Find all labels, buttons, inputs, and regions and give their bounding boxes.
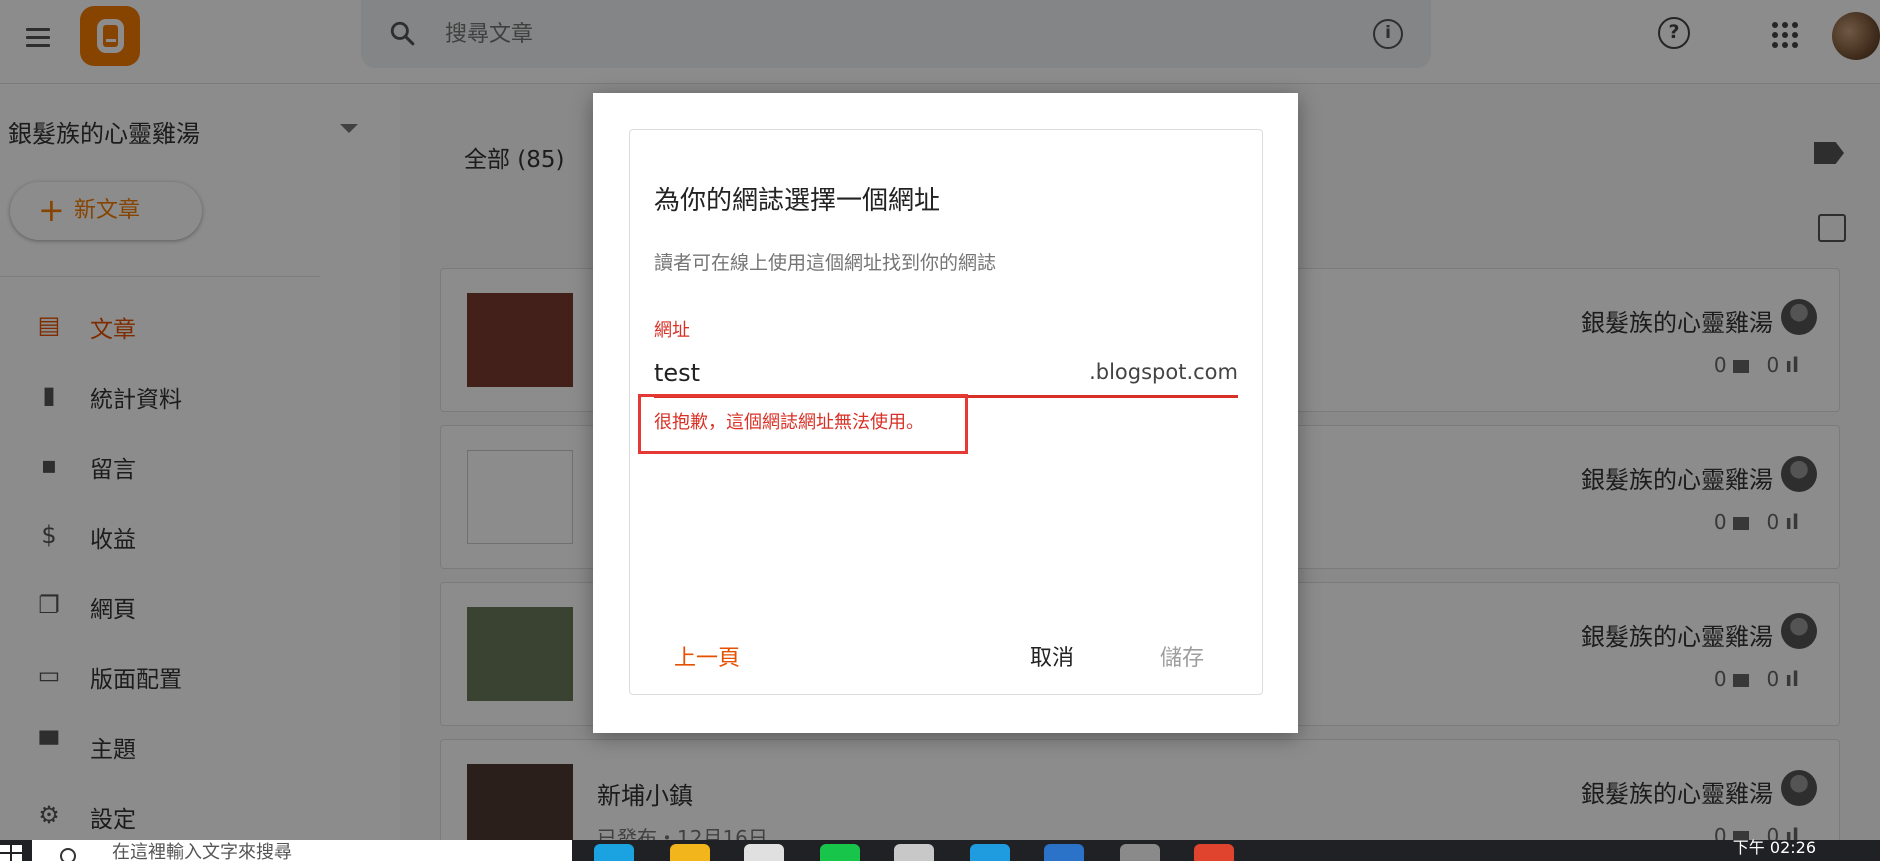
- os-taskbar: 在這裡輸入文字來搜尋 下午 02:26: [0, 840, 1880, 861]
- edge-app-icon[interactable]: [594, 844, 634, 861]
- url-error-message: 很抱歉，這個網誌網址無法使用。: [654, 412, 924, 433]
- dialog-title: 為你的網誌選擇一個網址: [654, 186, 941, 216]
- choose-url-dialog: 為你的網誌選擇一個網址 讀者可在線上使用這個網址找到你的網誌 網址 .blogs…: [593, 93, 1298, 733]
- dialog-subtitle: 讀者可在線上使用這個網址找到你的網誌: [654, 252, 997, 274]
- app-icon[interactable]: [1120, 844, 1160, 861]
- search-icon: [60, 848, 76, 861]
- dialog-card: 為你的網誌選擇一個網址 讀者可在線上使用這個網址找到你的網誌 網址 .blogs…: [629, 129, 1263, 695]
- url-suffix: .blogspot.com: [1089, 360, 1238, 384]
- app-icon[interactable]: [1044, 844, 1084, 861]
- file-explorer-icon[interactable]: [670, 844, 710, 861]
- save-button[interactable]: 儲存: [1160, 640, 1204, 672]
- taskbar-search-text: 在這裡輸入文字來搜尋: [112, 842, 292, 861]
- system-clock[interactable]: 下午 02:26: [1733, 840, 1816, 856]
- back-button[interactable]: 上一頁: [674, 640, 740, 672]
- chrome-app-icon[interactable]: [1194, 844, 1234, 861]
- taskbar-search-box[interactable]: 在這裡輸入文字來搜尋: [32, 840, 572, 861]
- blog-url-input[interactable]: [654, 354, 1074, 392]
- line-app-icon[interactable]: [820, 844, 860, 861]
- edge-app-icon[interactable]: [970, 844, 1010, 861]
- app-icon[interactable]: [894, 844, 934, 861]
- url-field-label: 網址: [654, 320, 690, 341]
- store-app-icon[interactable]: [744, 844, 784, 861]
- windows-start-icon[interactable]: [0, 845, 22, 861]
- cancel-button[interactable]: 取消: [1030, 640, 1074, 672]
